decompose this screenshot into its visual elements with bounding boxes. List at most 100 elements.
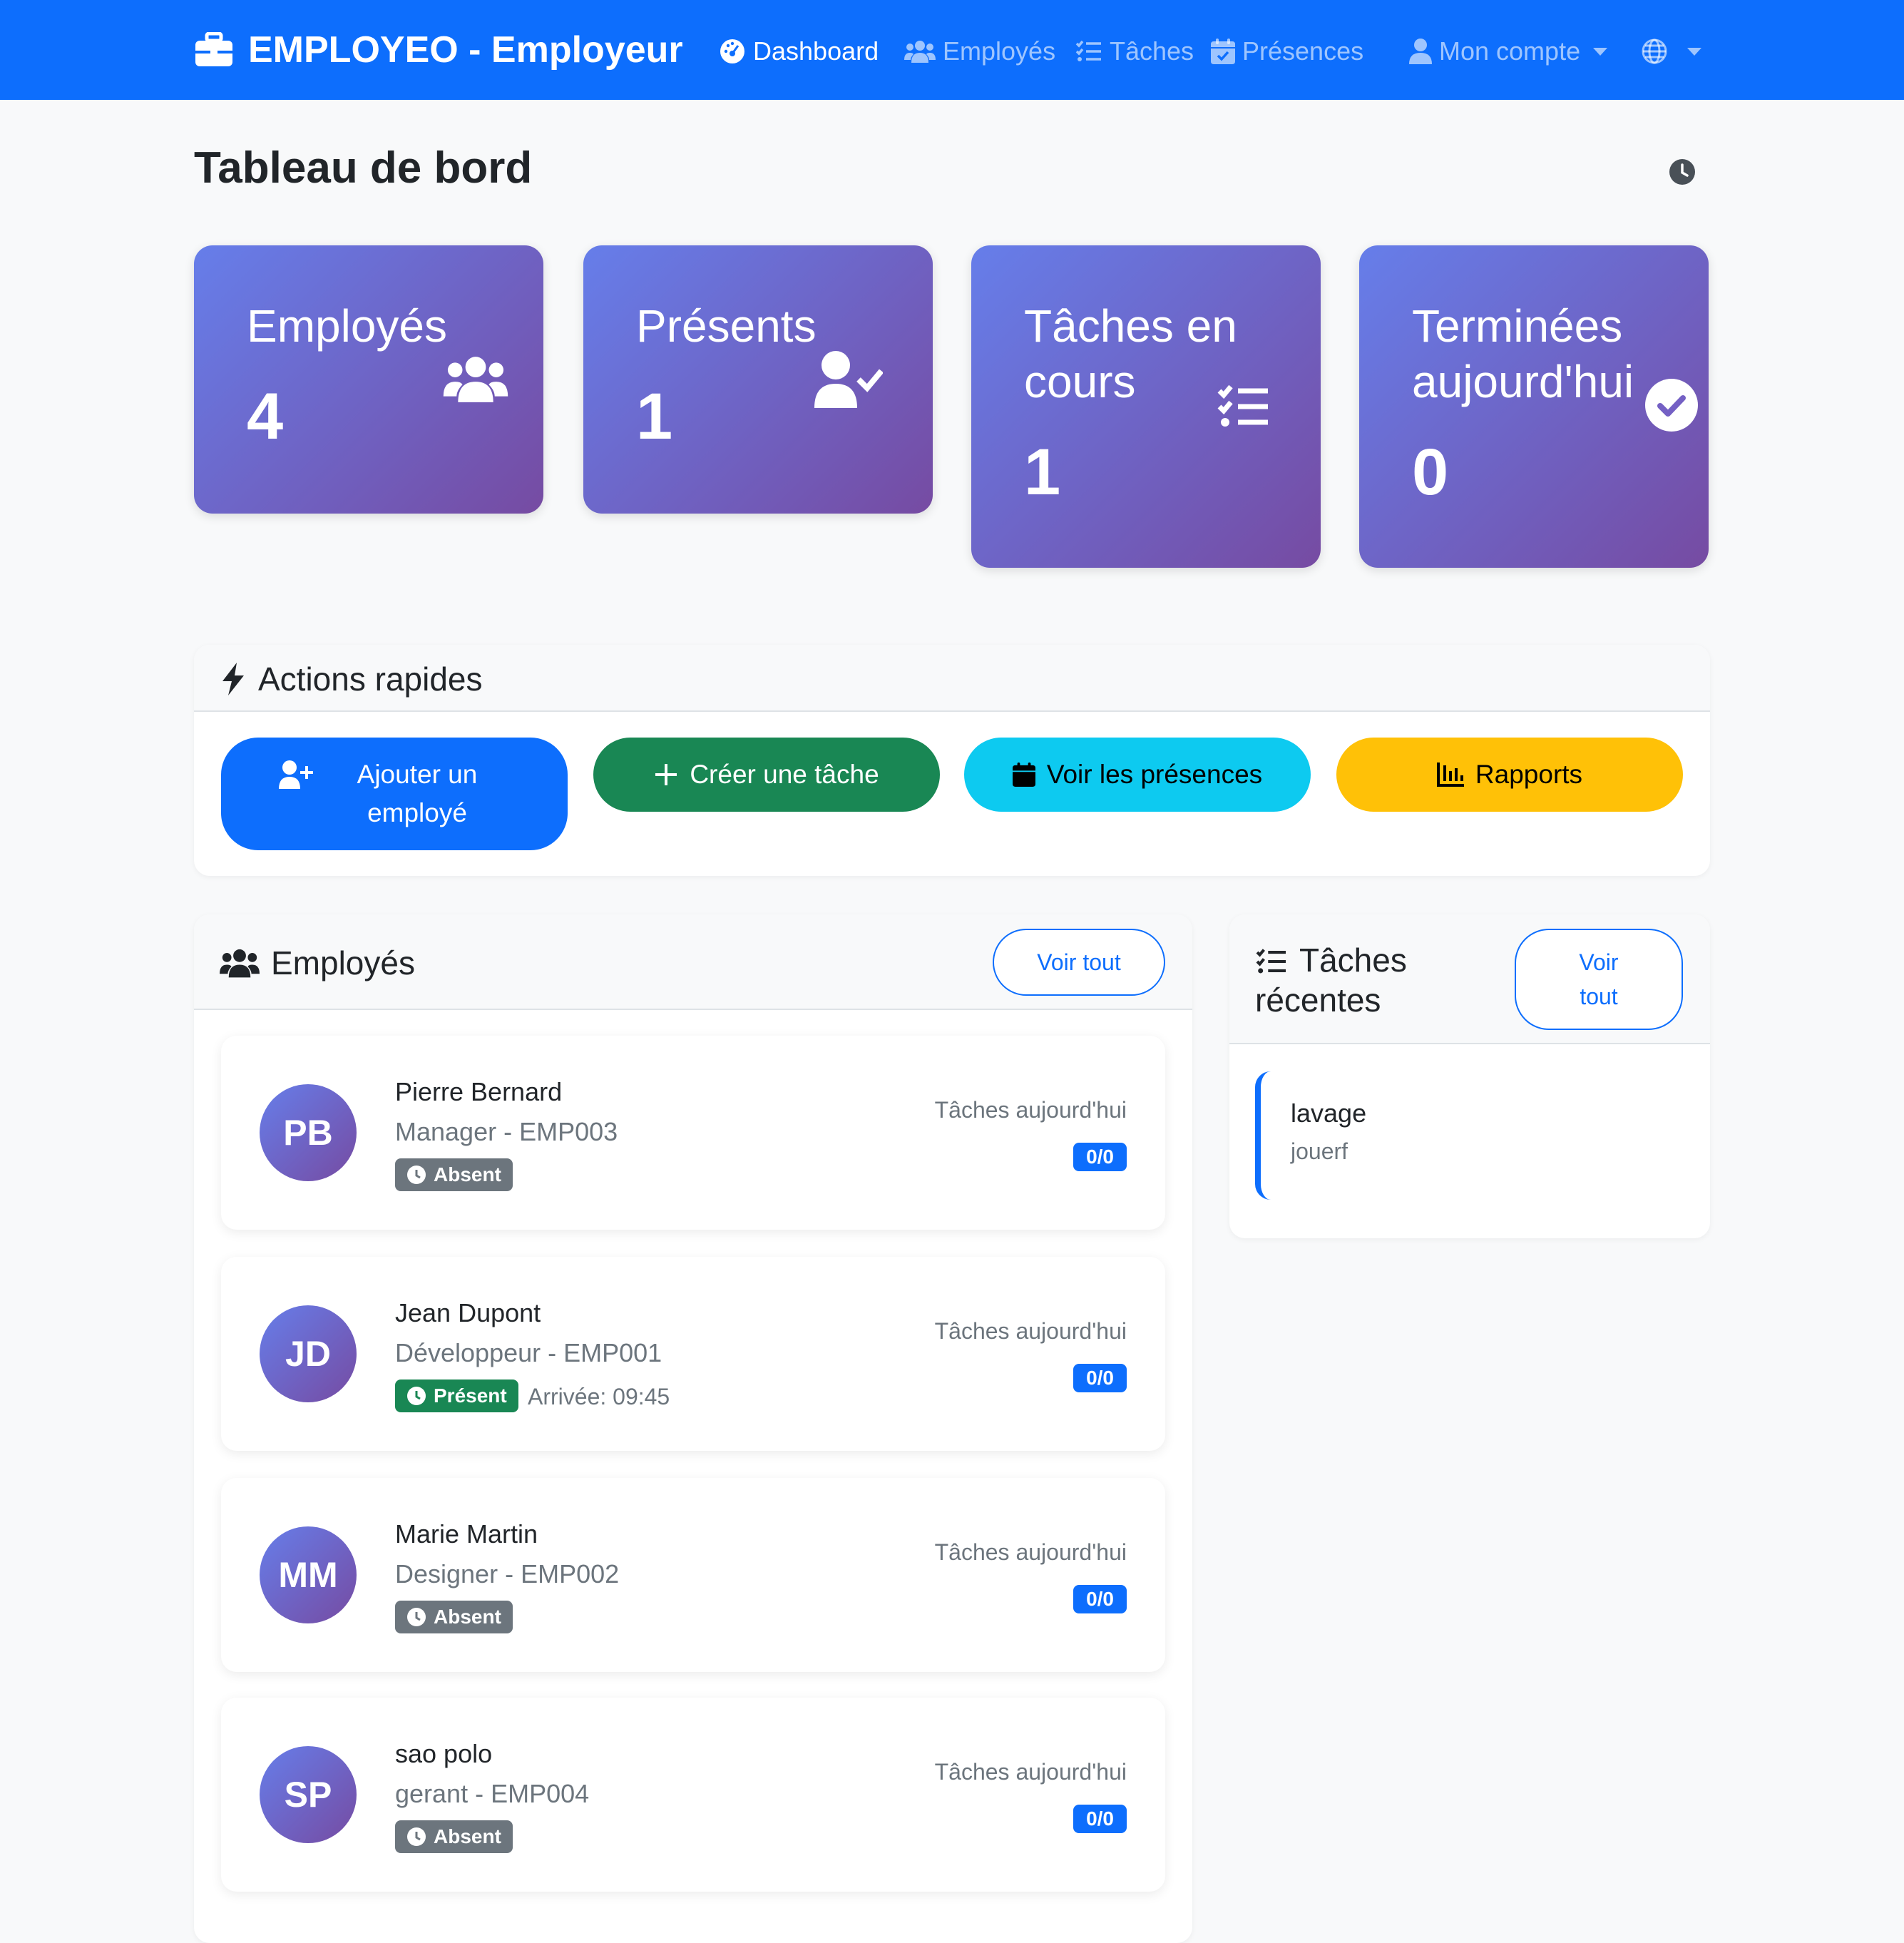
- status-label: Présent: [434, 1384, 507, 1407]
- card-header: Actions rapides: [194, 645, 1710, 712]
- nav-attendance[interactable]: Présences: [1211, 31, 1363, 71]
- card-title: Actions rapides: [220, 659, 483, 699]
- stat-card-present: Présents 1: [583, 245, 933, 514]
- clock-icon: [407, 1608, 426, 1626]
- gauge-icon: [720, 39, 744, 63]
- stat-value: 4: [247, 380, 284, 453]
- stat-value: 1: [636, 380, 673, 453]
- nav-tasks-label: Tâches: [1110, 36, 1194, 66]
- list-check-icon: [1075, 40, 1101, 61]
- page-title: Tableau de bord: [194, 143, 533, 193]
- status-label: Absent: [434, 1163, 501, 1185]
- brand-link[interactable]: EMPLOYEO - Employeur: [194, 29, 683, 71]
- reports-button[interactable]: Rapports: [1336, 738, 1683, 812]
- chart-bar-icon: [1436, 763, 1464, 787]
- nav-dashboard-label: Dashboard: [753, 36, 879, 66]
- employee-list-item[interactable]: PB Pierre Bernard Manager - EMP003 Absen…: [221, 1036, 1165, 1230]
- user-plus-icon: [279, 760, 313, 789]
- employee-role: Développeur - EMP001: [395, 1338, 662, 1367]
- arrival-time: Arrivée: 09:45: [528, 1384, 670, 1409]
- tasks-count-badge: 0/0: [1073, 1143, 1127, 1171]
- status-badge: Présent: [395, 1380, 518, 1412]
- tasks-today-label: Tâches aujourd'hui: [934, 1097, 1127, 1123]
- view-all-employees-button[interactable]: Voir tout: [993, 929, 1165, 996]
- list-check-icon: [1256, 949, 1286, 974]
- recent-tasks-title-line2: récentes: [1255, 981, 1381, 1019]
- users-icon: [443, 357, 508, 402]
- tasks-today-label: Tâches aujourd'hui: [934, 1318, 1127, 1344]
- account-label: Mon compte: [1439, 36, 1581, 66]
- tasks-today-label: Tâches aujourd'hui: [934, 1759, 1127, 1785]
- view-all-tasks-line1: Voir: [1579, 949, 1619, 975]
- view-attendance-label: Voir les présences: [1046, 760, 1263, 789]
- clock-icon: [407, 1827, 426, 1846]
- employee-name: sao polo: [395, 1739, 493, 1768]
- tasks-count-badge: 0/0: [1073, 1585, 1127, 1613]
- stat-card-tasks-in-progress: Tâches en cours 1: [971, 245, 1321, 568]
- user-icon: [1409, 39, 1432, 64]
- users-icon: [220, 949, 260, 978]
- stat-card-employees: Employés 4: [194, 245, 543, 514]
- view-attendance-button[interactable]: Voir les présences: [964, 738, 1311, 812]
- calendar-icon: [1012, 763, 1035, 787]
- users-icon: [904, 41, 936, 63]
- create-task-button[interactable]: Créer une tâche: [593, 738, 940, 812]
- stat-label: Terminées aujourd'hui: [1412, 300, 1634, 407]
- recent-tasks-title: Tâches récentes: [1255, 940, 1407, 1020]
- status-badge: Absent: [395, 1158, 513, 1191]
- calendar-check-icon: [1211, 39, 1235, 64]
- check-circle-icon: [1645, 379, 1698, 432]
- account-dropdown[interactable]: Mon compte: [1409, 31, 1608, 71]
- stat-value: 1: [1024, 436, 1061, 509]
- stat-value: 0: [1412, 436, 1449, 509]
- recent-tasks-title-line1: Tâches: [1299, 942, 1407, 979]
- employee-name: Pierre Bernard: [395, 1077, 563, 1106]
- recent-task-item[interactable]: lavage jouerf: [1255, 1071, 1626, 1200]
- employee-list-item[interactable]: SP sao polo gerant - EMP004 Absent Tâche…: [221, 1698, 1165, 1892]
- chevron-down-icon: [1687, 47, 1701, 56]
- top-navbar: EMPLOYEO - Employeur Dashboard Employés: [0, 0, 1904, 100]
- add-employee-label: Ajouter un employé: [357, 760, 478, 827]
- status-badge: Absent: [395, 1601, 513, 1633]
- plus-icon: [655, 764, 677, 785]
- status-badge: Absent: [395, 1820, 513, 1853]
- task-assignee: jouerf: [1291, 1138, 1348, 1164]
- bolt-icon: [222, 663, 244, 695]
- employees-title: Employés: [271, 944, 415, 981]
- clock-icon: [1669, 159, 1695, 185]
- briefcase-icon: [195, 32, 232, 66]
- add-employee-button[interactable]: Ajouter un employé: [221, 738, 568, 850]
- reports-label: Rapports: [1475, 760, 1583, 789]
- nav-attendance-label: Présences: [1242, 36, 1364, 66]
- clock-icon: [407, 1387, 426, 1405]
- task-title: lavage: [1291, 1098, 1367, 1128]
- employee-role: Manager - EMP003: [395, 1117, 618, 1146]
- employee-name: Jean Dupont: [395, 1298, 541, 1327]
- stat-label: Tâches en cours: [1024, 300, 1237, 407]
- view-all-tasks-line2: tout: [1580, 984, 1618, 1009]
- employee-name: Marie Martin: [395, 1519, 538, 1549]
- nav-employees[interactable]: Employés: [904, 31, 1055, 71]
- user-check-icon: [814, 351, 883, 408]
- avatar: SP: [260, 1746, 357, 1843]
- view-all-tasks-button[interactable]: Voir tout: [1515, 929, 1683, 1030]
- language-dropdown[interactable]: [1642, 31, 1701, 71]
- employee-role: gerant - EMP004: [395, 1779, 590, 1808]
- status-label: Absent: [434, 1606, 501, 1628]
- employee-role: Designer - EMP002: [395, 1559, 620, 1588]
- globe-icon: [1642, 39, 1667, 64]
- chevron-down-icon: [1593, 47, 1608, 56]
- tasks-count-badge: 0/0: [1073, 1364, 1127, 1392]
- nav-dashboard[interactable]: Dashboard: [719, 31, 879, 71]
- nav-employees-label: Employés: [943, 36, 1056, 66]
- nav-tasks[interactable]: Tâches: [1075, 31, 1194, 71]
- status-label: Absent: [434, 1825, 501, 1847]
- employee-list-item[interactable]: MM Marie Martin Designer - EMP002 Absent…: [221, 1478, 1165, 1672]
- tasks-count-badge: 0/0: [1073, 1805, 1127, 1833]
- list-check-icon: [1217, 384, 1268, 427]
- avatar: PB: [260, 1084, 357, 1181]
- employee-list-item[interactable]: JD Jean Dupont Développeur - EMP001 Prés…: [221, 1257, 1165, 1451]
- tasks-today-label: Tâches aujourd'hui: [934, 1539, 1127, 1565]
- quick-actions-title: Actions rapides: [258, 661, 483, 698]
- card-title: Employés: [220, 942, 415, 984]
